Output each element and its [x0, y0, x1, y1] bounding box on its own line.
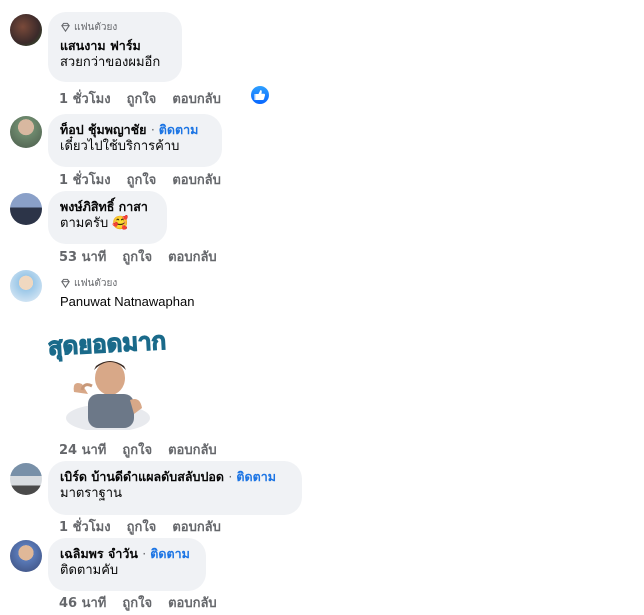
comment-text: สวยกว่าของผมอีก — [60, 55, 161, 70]
follow-link[interactable]: ติดตาม — [159, 122, 199, 137]
commenter-name[interactable]: ท็อป ชุ้มพญาชัย — [60, 122, 146, 137]
reply-button[interactable]: ตอบกลับ — [168, 246, 217, 267]
like-button[interactable]: ถูกใจ — [127, 169, 157, 190]
comment-actions: 1 ชั่วโมง ถูกใจ ตอบกลับ — [59, 169, 221, 190]
like-button[interactable]: ถูกใจ — [127, 88, 157, 109]
comment-actions: 46 นาที ถูกใจ ตอบกลับ — [59, 592, 217, 613]
comment-bubble: พงษ์ภิสิทธิ์ กาสา ตามครับ 🥰 — [48, 191, 167, 244]
reply-button[interactable]: ตอบกลับ — [172, 516, 221, 537]
comment-text: ติดตามคับ — [60, 563, 119, 578]
avatar[interactable] — [10, 14, 42, 46]
sticker-text: สุดยอดมาก — [47, 327, 167, 363]
separator-dot: · — [150, 122, 159, 137]
like-button[interactable]: ถูกใจ — [122, 246, 152, 267]
avatar[interactable] — [10, 116, 42, 148]
comment-text: เดี๋ยวไปใช้บริการค้าบ — [60, 139, 180, 154]
comment-time[interactable]: 46 นาที — [59, 592, 106, 613]
commenter-name-row: เฉลิมพร จำวัน · ติดตาม — [60, 546, 194, 562]
commenter-name[interactable]: เบิร์ด บ้านดีดำแผลดับสลับปอด — [60, 469, 224, 484]
like-button[interactable]: ถูกใจ — [127, 516, 157, 537]
comment-bubble: เบิร์ด บ้านดีดำแผลดับสลับปอด · ติดตาม มา… — [48, 461, 302, 515]
fan-badge: แฟนตัวยง — [60, 20, 170, 35]
reply-button[interactable]: ตอบกลับ — [168, 592, 217, 613]
comment-time[interactable]: 1 ชั่วโมง — [59, 516, 111, 537]
commenter-name[interactable]: เฉลิมพร จำวัน — [60, 546, 138, 561]
reply-button[interactable]: ตอบกลับ — [172, 169, 221, 190]
comment-text: มาตราฐาน — [60, 486, 122, 501]
reply-button[interactable]: ตอบกลับ — [168, 439, 217, 460]
avatar[interactable] — [10, 193, 42, 225]
badge-label: แฟนตัวยง — [74, 22, 118, 33]
avatar[interactable] — [10, 463, 42, 495]
commenter-name-row: เบิร์ด บ้านดีดำแผลดับสลับปอด · ติดตาม — [60, 469, 290, 485]
commenter-name[interactable]: พงษ์ภิสิทธิ์ กาสา — [60, 199, 155, 215]
comment-bubble: ท็อป ชุ้มพญาชัย · ติดตาม เดี๋ยวไปใช้บริก… — [48, 114, 222, 167]
badge-label: แฟนตัวยง — [74, 278, 118, 289]
comment-time[interactable]: 24 นาที — [59, 439, 106, 460]
commenter-name[interactable]: Panuwat Natnawaphan — [60, 294, 194, 310]
commenter-name[interactable]: แสนงาม ฟาร์ม — [60, 38, 170, 54]
commenter-name-row: ท็อป ชุ้มพญาชัย · ติดตาม — [60, 122, 210, 138]
like-button[interactable]: ถูกใจ — [122, 592, 152, 613]
comment-time[interactable]: 53 นาที — [59, 246, 106, 267]
like-button[interactable]: ถูกใจ — [122, 439, 152, 460]
comment-actions: 53 นาที ถูกใจ ตอบกลับ — [59, 246, 217, 267]
comment-actions: 24 นาที ถูกใจ ตอบกลับ — [59, 439, 217, 460]
comment-time[interactable]: 1 ชั่วโมง — [59, 88, 111, 109]
comment-actions: 1 ชั่วโมง ถูกใจ ตอบกลับ — [59, 88, 221, 109]
thumbs-up-icon[interactable] — [249, 84, 271, 106]
comment-actions: 1 ชั่วโมง ถูกใจ ตอบกลับ — [59, 516, 221, 537]
avatar[interactable] — [10, 540, 42, 572]
avatar[interactable] — [10, 270, 42, 302]
comment-bubble: เฉลิมพร จำวัน · ติดตาม ติดตามคับ — [48, 538, 206, 591]
comment-time[interactable]: 1 ชั่วโมง — [59, 169, 111, 190]
fan-badge: แฟนตัวยง — [60, 276, 194, 291]
comment-text: ตามครับ 🥰 — [60, 216, 129, 231]
diamond-icon — [61, 22, 70, 33]
follow-link[interactable]: ติดตาม — [236, 469, 276, 484]
sticker-image[interactable]: สุดยอดมาก — [44, 326, 172, 432]
reply-button[interactable]: ตอบกลับ — [172, 88, 221, 109]
diamond-icon — [61, 278, 70, 289]
comment-bubble: แฟนตัวยง แสนงาม ฟาร์ม สวยกว่าของผมอีก — [48, 12, 182, 82]
comment-header: แฟนตัวยง Panuwat Natnawaphan — [60, 276, 194, 310]
follow-link[interactable]: ติดตาม — [150, 546, 190, 561]
